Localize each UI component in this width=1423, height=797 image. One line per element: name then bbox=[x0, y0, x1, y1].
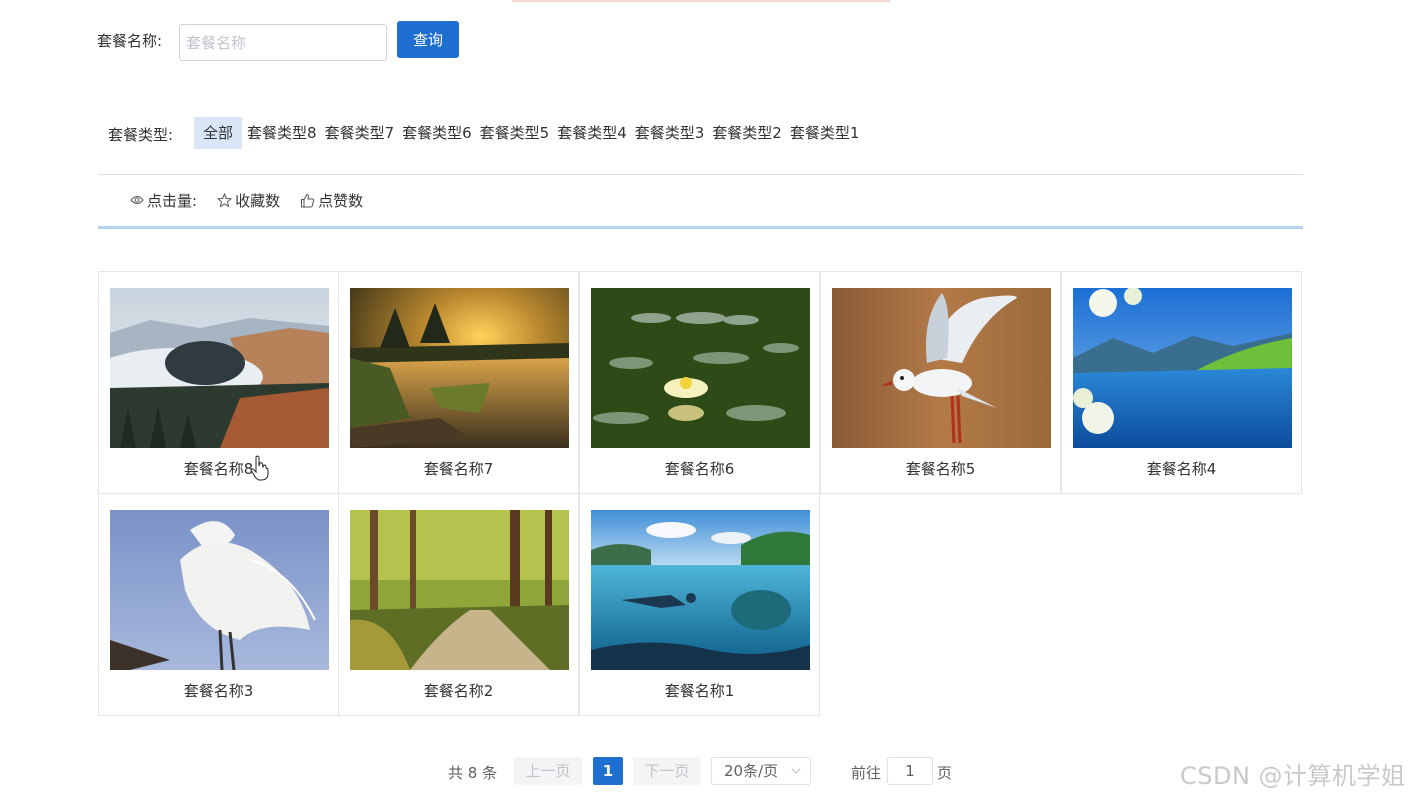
type-filter-item[interactable]: 套餐类型4 bbox=[553, 117, 631, 149]
page-size-value: 20条/页 bbox=[724, 762, 779, 780]
search-label: 套餐名称: bbox=[97, 32, 163, 50]
type-filter-item[interactable]: 套餐类型6 bbox=[398, 117, 476, 149]
eye-icon bbox=[130, 196, 144, 204]
filter-divider bbox=[98, 174, 1303, 175]
next-page-button[interactable]: 下一页 bbox=[633, 757, 701, 785]
top-accent-line bbox=[512, 0, 890, 2]
type-filter-list: 全部 套餐类型8 套餐类型7 套餐类型6 套餐类型5 套餐类型4 套餐类型3 套… bbox=[194, 117, 863, 149]
package-name: 套餐名称8 bbox=[183, 460, 254, 478]
sort-likes-label: 点赞数 bbox=[318, 191, 364, 210]
type-filter-item[interactable]: 套餐类型7 bbox=[321, 117, 399, 149]
sort-by-favorites[interactable]: 收藏数 bbox=[217, 190, 280, 211]
package-image[interactable] bbox=[110, 510, 329, 670]
package-image[interactable] bbox=[591, 510, 810, 670]
sort-bar: 点击量: 收藏数 点赞数 bbox=[130, 188, 383, 212]
search-input[interactable] bbox=[179, 24, 387, 61]
watermark: CSDN @计算机学姐 bbox=[1180, 762, 1406, 790]
sort-by-views[interactable]: 点击量: bbox=[130, 190, 197, 211]
type-filter-all[interactable]: 全部 bbox=[194, 117, 243, 149]
package-card[interactable]: 套餐名称5 bbox=[820, 271, 1061, 494]
type-filter-item[interactable]: 套餐类型1 bbox=[786, 117, 864, 149]
goto-prefix: 前往 bbox=[851, 764, 882, 782]
package-image[interactable] bbox=[1073, 288, 1292, 448]
pagination-total: 共 8 条 bbox=[448, 764, 498, 782]
package-card[interactable]: 套餐名称4 bbox=[1061, 271, 1302, 494]
type-filter-item[interactable]: 套餐类型8 bbox=[243, 117, 321, 149]
type-filter-label: 套餐类型: bbox=[108, 126, 174, 144]
package-card[interactable]: 套餐名称6 bbox=[579, 271, 820, 494]
sort-views-label: 点击量: bbox=[147, 191, 198, 210]
sort-favorites-label: 收藏数 bbox=[235, 191, 281, 210]
package-name: 套餐名称3 bbox=[183, 682, 254, 700]
package-card[interactable]: 套餐名称8 bbox=[98, 271, 339, 494]
package-card[interactable]: 套餐名称2 bbox=[338, 493, 579, 716]
hand-cursor-icon bbox=[250, 455, 269, 481]
sort-underline bbox=[98, 226, 1303, 229]
package-card[interactable]: 套餐名称1 bbox=[579, 493, 820, 716]
type-filter-item[interactable]: 套餐类型5 bbox=[476, 117, 554, 149]
package-name: 套餐名称6 bbox=[664, 460, 735, 478]
package-name: 套餐名称7 bbox=[423, 460, 494, 478]
package-name: 套餐名称1 bbox=[664, 682, 735, 700]
goto-suffix: 页 bbox=[937, 764, 953, 782]
page-number-button[interactable]: 1 bbox=[593, 757, 623, 785]
page-size-select[interactable]: 20条/页 bbox=[711, 757, 811, 785]
prev-page-button[interactable]: 上一页 bbox=[514, 757, 582, 785]
package-image[interactable] bbox=[832, 288, 1051, 448]
chevron-down-icon bbox=[791, 768, 801, 774]
package-name: 套餐名称4 bbox=[1146, 460, 1217, 478]
package-name: 套餐名称5 bbox=[905, 460, 976, 478]
goto-page-input[interactable] bbox=[887, 757, 933, 785]
package-image[interactable] bbox=[110, 288, 329, 448]
sort-by-likes[interactable]: 点赞数 bbox=[300, 190, 363, 211]
search-button[interactable]: 查询 bbox=[397, 21, 459, 58]
package-name: 套餐名称2 bbox=[423, 682, 494, 700]
star-icon bbox=[217, 192, 233, 208]
type-filter-item[interactable]: 套餐类型3 bbox=[631, 117, 709, 149]
package-card[interactable]: 套餐名称7 bbox=[338, 271, 579, 494]
thumbs-up-icon bbox=[301, 193, 315, 207]
package-card[interactable]: 套餐名称3 bbox=[98, 493, 339, 716]
package-image[interactable] bbox=[591, 288, 810, 448]
package-image[interactable] bbox=[350, 288, 569, 448]
type-filter-item[interactable]: 套餐类型2 bbox=[708, 117, 786, 149]
package-image[interactable] bbox=[350, 510, 569, 670]
